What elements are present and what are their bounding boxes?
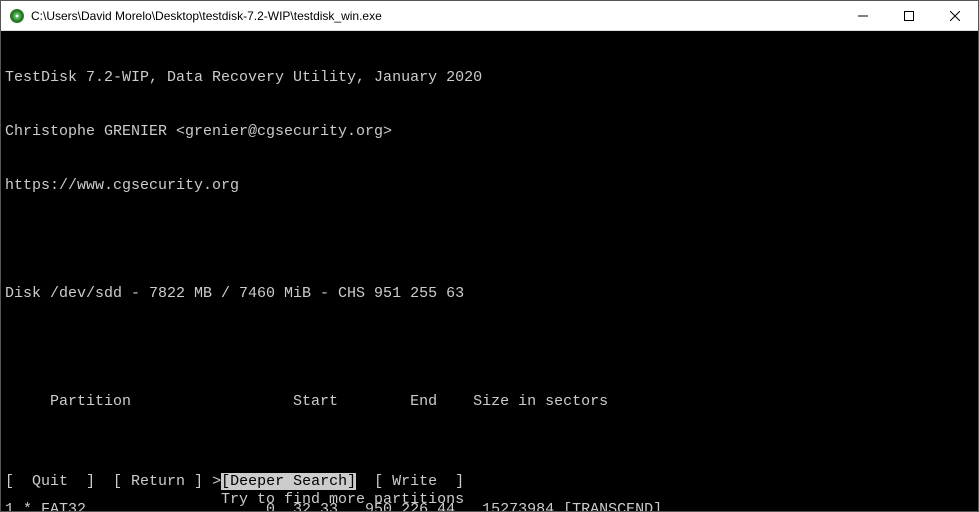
partition-table-header: Partition Start End Size in sectors bbox=[5, 393, 974, 411]
write-menu-item[interactable]: [ Write ] bbox=[374, 473, 464, 490]
menu-hint: Try to find more partitions bbox=[5, 491, 974, 509]
blank-line bbox=[5, 231, 974, 249]
app-icon bbox=[9, 8, 25, 24]
window-controls bbox=[840, 1, 978, 30]
blank-line bbox=[5, 339, 974, 357]
close-button[interactable] bbox=[932, 1, 978, 30]
menu-cursor: > bbox=[212, 473, 221, 490]
menu-row: [ Quit ] [ Return ] >[Deeper Search] [ W… bbox=[5, 473, 974, 491]
minimize-button[interactable] bbox=[840, 1, 886, 30]
blank-line bbox=[5, 447, 974, 465]
header-line-2: Christophe GRENIER <grenier@cgsecurity.o… bbox=[5, 123, 974, 141]
window-title: C:\Users\David Morelo\Desktop\testdisk-7… bbox=[31, 9, 840, 23]
return-menu-item[interactable]: [ Return ] bbox=[113, 473, 203, 490]
disk-info: Disk /dev/sdd - 7822 MB / 7460 MiB - CHS… bbox=[5, 285, 974, 303]
titlebar: C:\Users\David Morelo\Desktop\testdisk-7… bbox=[1, 1, 978, 31]
maximize-button[interactable] bbox=[886, 1, 932, 30]
header-line-1: TestDisk 7.2-WIP, Data Recovery Utility,… bbox=[5, 69, 974, 87]
deeper-search-menu-item[interactable]: [Deeper Search] bbox=[221, 473, 356, 490]
header-line-3: https://www.cgsecurity.org bbox=[5, 177, 974, 195]
quit-menu-item[interactable]: [ Quit ] bbox=[5, 473, 95, 490]
app-window: C:\Users\David Morelo\Desktop\testdisk-7… bbox=[0, 0, 979, 512]
console-area[interactable]: TestDisk 7.2-WIP, Data Recovery Utility,… bbox=[1, 31, 978, 511]
